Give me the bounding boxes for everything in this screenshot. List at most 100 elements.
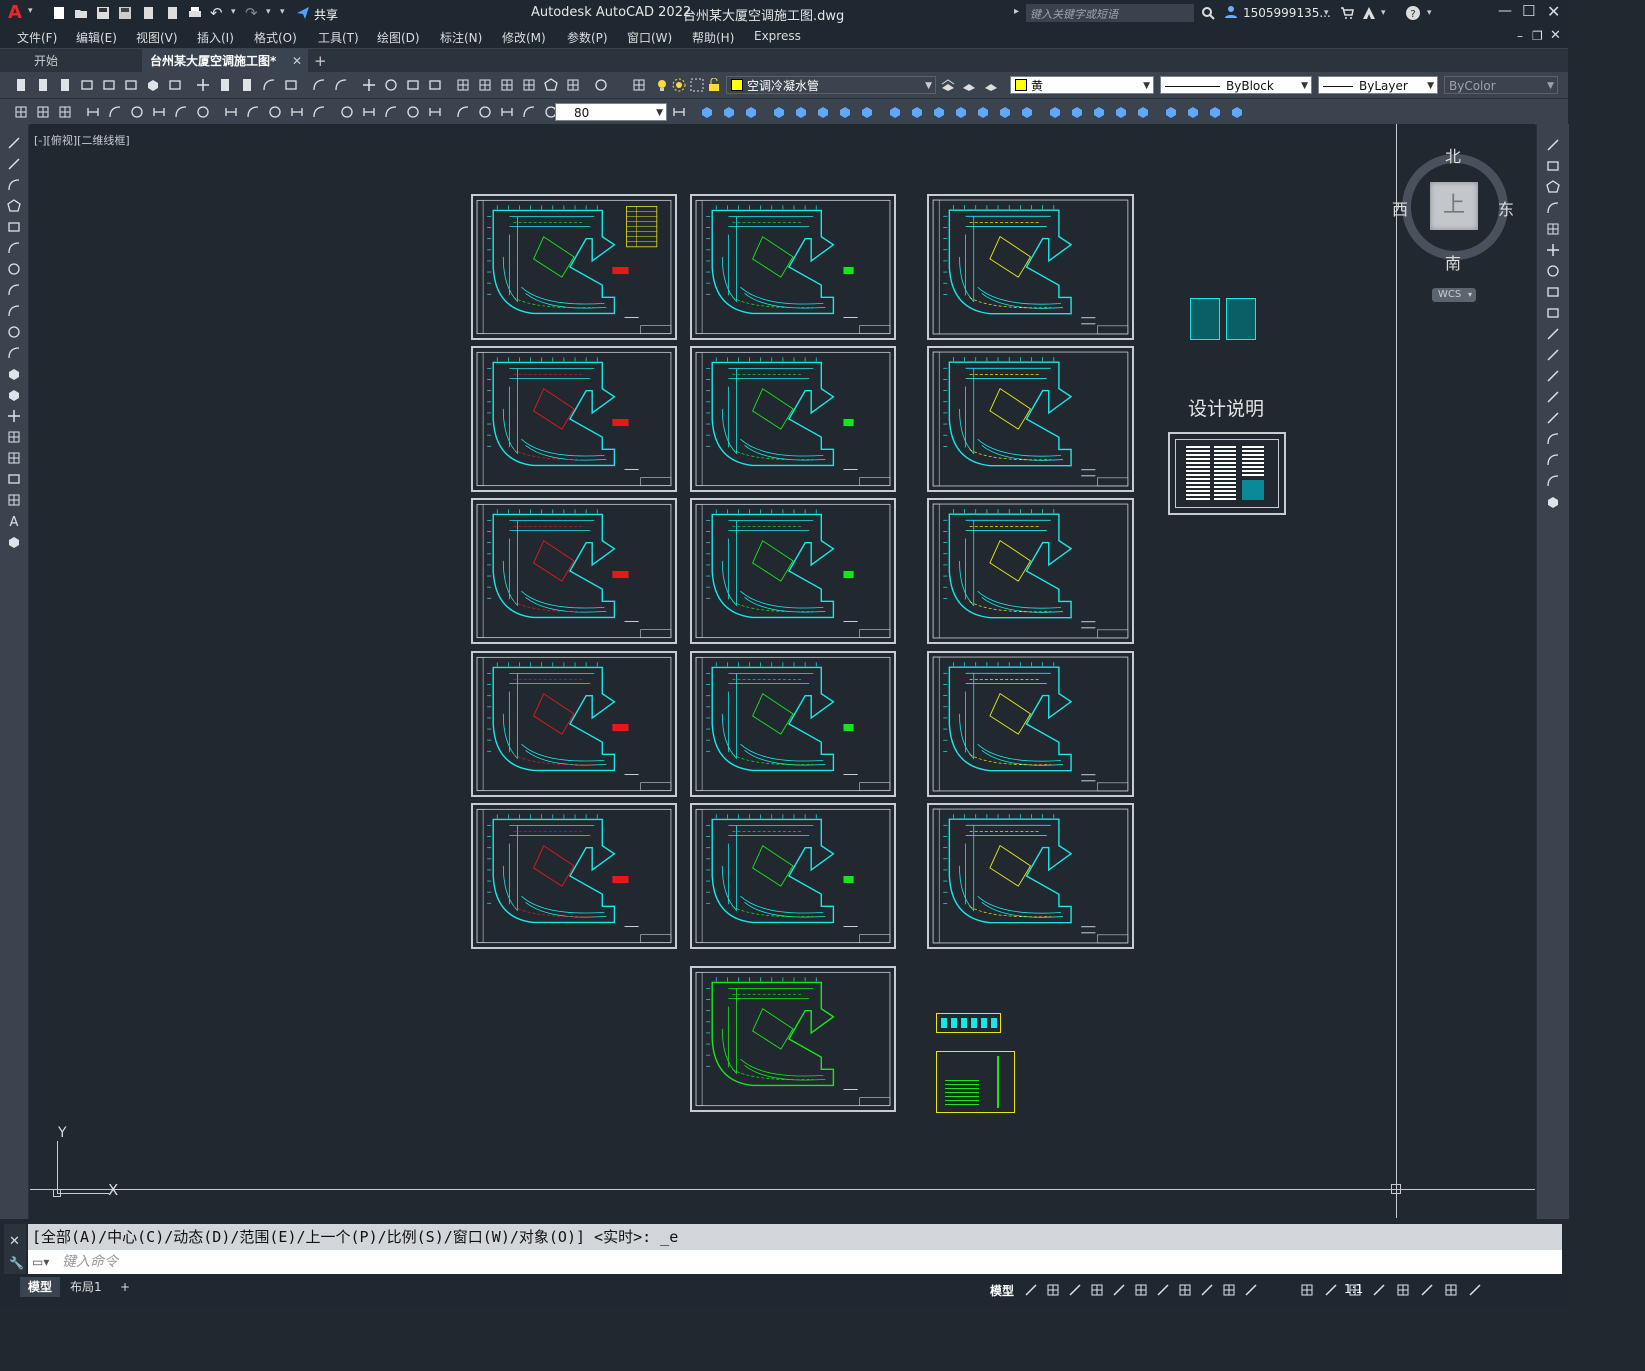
limit-grip[interactable] [1391, 1184, 1401, 1194]
move-icon[interactable] [1546, 243, 1560, 257]
drawing-sheet-r5-c1[interactable] [471, 803, 677, 949]
customize-qat-icon[interactable]: ▾ [280, 7, 285, 17]
object-snap-tracking-icon[interactable] [1156, 1283, 1170, 1297]
fillet-icon[interactable] [1020, 105, 1034, 119]
layer-previous-icon[interactable] [14, 105, 28, 119]
customization-icon[interactable] [1468, 1283, 1482, 1297]
insert-block-icon[interactable] [7, 367, 21, 381]
doc-restore-icon[interactable]: ❐ [1532, 29, 1543, 43]
send-hatches-back-icon[interactable] [1230, 105, 1244, 119]
quick-properties-icon[interactable] [1396, 1283, 1410, 1297]
logo-dropdown-icon[interactable]: ▾ [28, 6, 33, 16]
lineweight-combo[interactable]: ByLayer ▼ [1318, 76, 1438, 94]
menu-edit[interactable]: 编辑(E) [76, 29, 117, 46]
scale-icon[interactable] [860, 105, 874, 119]
drawing-sheet-r1-c2[interactable] [690, 194, 896, 340]
pan-icon[interactable] [362, 78, 376, 92]
isolate-objects-icon[interactable] [1420, 1283, 1434, 1297]
autodesk-a-icon[interactable] [1362, 6, 1376, 20]
drawing-sheet-r4-c3[interactable] [927, 651, 1134, 797]
command-input[interactable]: ▭▾ 键入命令 [28, 1250, 1562, 1274]
draworder-back-icon[interactable] [1092, 105, 1106, 119]
dim-radius-icon[interactable] [174, 105, 188, 119]
scale-combo[interactable]: 80 ▼ [555, 103, 667, 121]
erase-icon[interactable] [700, 105, 714, 119]
draworder-above-icon[interactable] [1114, 105, 1128, 119]
quick-dim-icon[interactable] [268, 105, 282, 119]
plot-icon[interactable] [188, 6, 202, 20]
etransmit-icon[interactable] [168, 78, 182, 92]
snap-mode-icon[interactable] [1046, 1283, 1060, 1297]
maximize-icon[interactable]: ☐ [1522, 2, 1535, 20]
blend-curves-icon[interactable] [1546, 474, 1560, 488]
drawing-sheet-r5-c3[interactable] [927, 803, 1134, 949]
publish-icon[interactable] [124, 78, 138, 92]
break-icon[interactable] [1546, 390, 1560, 404]
match-layer-icon[interactable] [962, 78, 976, 92]
make-current-layer-icon[interactable] [941, 78, 955, 92]
copy-object-icon[interactable] [722, 105, 736, 119]
paste-icon[interactable] [240, 78, 254, 92]
units-icon[interactable] [1372, 1283, 1386, 1297]
sheet-set-icon[interactable] [522, 78, 536, 92]
tab-model[interactable]: 模型 [20, 1277, 61, 1297]
circle-icon[interactable] [7, 262, 21, 276]
drawing-sheet-r4-c2[interactable] [690, 651, 896, 797]
break-icon[interactable] [954, 105, 968, 119]
drawing-sheet-r2-c2[interactable] [690, 346, 896, 492]
qopen-icon[interactable] [36, 78, 50, 92]
dim-angular-icon[interactable] [246, 105, 260, 119]
array-icon[interactable] [794, 105, 808, 119]
isometric-icon[interactable] [1134, 1283, 1148, 1297]
rotate-icon[interactable] [1546, 264, 1560, 278]
search-expand-icon[interactable]: ▸ [1014, 6, 1019, 17]
dim-ordinate-icon[interactable] [152, 105, 166, 119]
tab-drawing[interactable]: 台州某大厦空调施工图* ✕ [142, 49, 308, 73]
3d-print-icon[interactable] [146, 78, 160, 92]
plot-preview-icon[interactable] [102, 78, 116, 92]
legend-block-small[interactable] [936, 1013, 1001, 1033]
undo-icon[interactable] [312, 78, 326, 92]
match-properties-icon[interactable] [262, 78, 276, 92]
save-web-icon[interactable] [166, 6, 180, 20]
color-combo[interactable]: 黄 ▼ [1010, 76, 1154, 94]
erase-icon[interactable] [1546, 138, 1560, 152]
previous-layer-icon[interactable] [984, 78, 998, 92]
stretch-icon[interactable] [888, 105, 902, 119]
layer-viewport-icon[interactable] [690, 78, 704, 92]
design-center-icon[interactable] [478, 78, 492, 92]
tolerance-icon[interactable] [384, 105, 398, 119]
redo-dropdown-icon[interactable]: ▾ [266, 7, 271, 17]
new-tab-button[interactable]: + [306, 49, 335, 73]
tool-palettes-icon[interactable] [500, 78, 514, 92]
dim-jogged-icon[interactable] [196, 105, 210, 119]
drawing-sheet-roof-plan[interactable] [690, 966, 896, 1112]
menu-dimension[interactable]: 标注(N) [440, 29, 482, 46]
mirror-icon[interactable] [744, 105, 758, 119]
offset-icon[interactable] [1546, 201, 1560, 215]
viewcube-west[interactable]: 西 [1392, 196, 1408, 220]
layer-iso-icon[interactable] [58, 105, 72, 119]
chamfer-icon[interactable] [1546, 432, 1560, 446]
revision-cloud-icon[interactable] [7, 283, 21, 297]
layer-lock-icon[interactable] [707, 78, 721, 92]
annotation-scale-icon-icon[interactable] [1300, 1283, 1314, 1297]
object-snap-icon[interactable] [1178, 1283, 1192, 1297]
chamfer-icon[interactable] [998, 105, 1012, 119]
share-icon[interactable] [296, 6, 310, 20]
search-icon[interactable] [1201, 6, 1215, 20]
cart-icon[interactable] [1340, 6, 1354, 20]
plot-icon[interactable] [80, 78, 94, 92]
fillet-icon[interactable] [1546, 453, 1560, 467]
undo-dropdown-icon[interactable]: ▾ [231, 7, 236, 17]
move-icon[interactable] [816, 105, 830, 119]
explode-icon[interactable] [1546, 495, 1560, 509]
polar-tracking-icon[interactable] [1112, 1283, 1126, 1297]
drawing-sheet-r3-c2[interactable] [690, 498, 896, 644]
properties-icon[interactable] [456, 78, 470, 92]
viewport-controls-label[interactable]: [-][俯视][二维线框] [34, 132, 130, 148]
annotation-visibility-icon[interactable] [1222, 1283, 1236, 1297]
markup-icon[interactable] [544, 78, 558, 92]
dim-edit-icon[interactable] [478, 105, 492, 119]
array-icon[interactable] [1546, 222, 1560, 236]
